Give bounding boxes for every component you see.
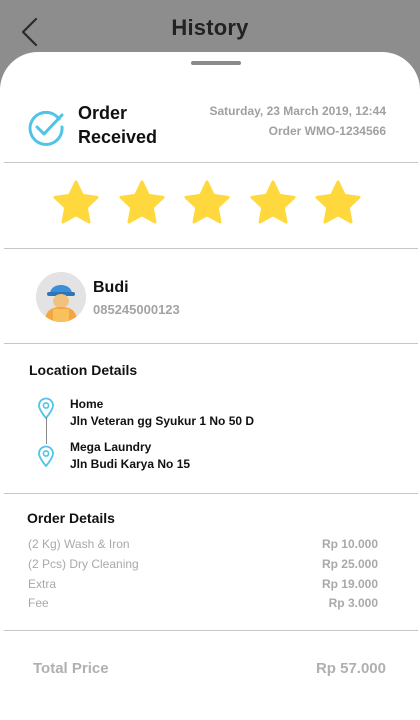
- location-pin-icon: [38, 397, 54, 419]
- order-item-label: (2 Pcs) Dry Cleaning: [28, 557, 139, 571]
- star-icon[interactable]: [314, 180, 362, 226]
- user-phone: 085245000123: [93, 302, 180, 317]
- location-details-title: Location Details: [29, 362, 138, 378]
- pickup-name: Home: [70, 397, 104, 411]
- order-datetime: Saturday, 23 March 2019, 12:44: [209, 104, 386, 118]
- user-name: Budi: [93, 279, 129, 296]
- star-icon[interactable]: [52, 180, 100, 226]
- total-price-value: Rp 57.000: [315, 660, 386, 677]
- divider: [4, 493, 418, 494]
- courier-avatar-icon: [36, 272, 86, 322]
- order-item-price: Rp 25.000: [321, 557, 378, 571]
- avatar: [36, 272, 86, 322]
- order-item-label: Extra: [28, 577, 57, 591]
- divider: [4, 162, 418, 163]
- star-icon[interactable]: [183, 180, 231, 226]
- order-item-price: Rp 3.000: [328, 596, 378, 610]
- order-id: Order WMO-1234566: [268, 124, 386, 138]
- divider: [4, 343, 418, 344]
- order-item-price: Rp 10.000: [321, 537, 378, 551]
- divider: [4, 248, 418, 249]
- divider: [4, 630, 418, 631]
- location-pin-icon: [38, 445, 54, 467]
- order-details-title: Order Details: [27, 510, 115, 526]
- dropoff-name: Mega Laundry: [70, 440, 152, 454]
- dropoff-address: Jln Budi Karya No 15: [70, 457, 191, 471]
- drag-handle[interactable]: [191, 61, 241, 65]
- order-item-price: Rp 19.000: [321, 577, 378, 591]
- order-item-label: Fee: [28, 596, 49, 610]
- order-item-label: (2 Kg) Wash & Iron: [28, 537, 130, 551]
- route-connector: [46, 417, 47, 444]
- star-icon[interactable]: [118, 180, 166, 226]
- pickup-address: Jln Veteran gg Syukur 1 No 50 D: [70, 414, 255, 428]
- page-title: History: [171, 15, 249, 40]
- rating-stars[interactable]: [52, 180, 362, 228]
- star-icon[interactable]: [249, 180, 297, 226]
- check-circle-icon: [28, 110, 64, 146]
- history-detail-sheet: Order Received Saturday, 23 March 2019, …: [0, 52, 420, 720]
- total-price-label: Total Price: [33, 660, 109, 677]
- order-status: Order Received: [78, 103, 158, 147]
